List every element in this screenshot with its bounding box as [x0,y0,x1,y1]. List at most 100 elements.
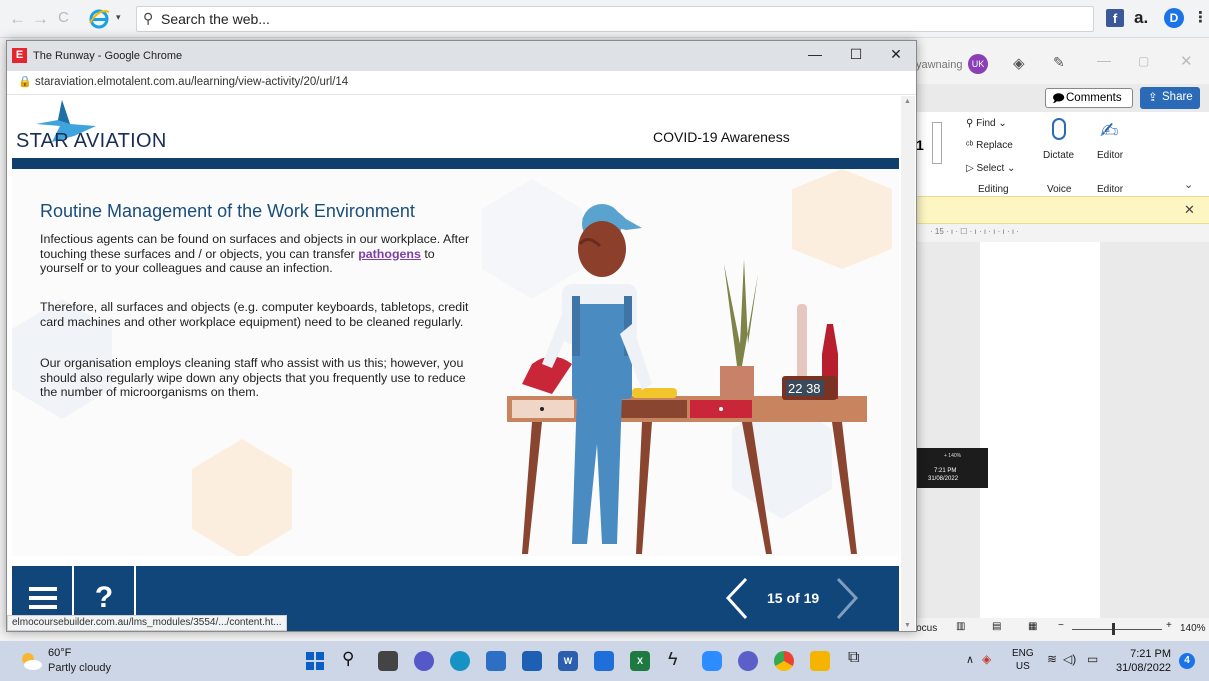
word-document-page[interactable] [980,242,1100,642]
editor-label[interactable]: Editor [1097,150,1123,161]
microphone-icon[interactable] [1052,118,1066,140]
internet-explorer-icon[interactable] [88,8,110,30]
scroll-up-icon[interactable]: ▲ [904,98,911,105]
edge-icon[interactable] [450,651,470,671]
lightning-app-icon[interactable]: ϟ [668,649,678,670]
popup-url: staraviation.elmotalent.com.au/learning/… [35,76,349,88]
task-view-icon[interactable] [378,651,398,671]
popup-scrollbar[interactable]: ▲ ▼ [901,96,915,631]
show-hidden-icons[interactable]: ∧ [966,653,974,666]
pathogens-link[interactable]: pathogens [358,247,421,261]
more-menu-icon[interactable]: ⋮ [1193,8,1208,26]
minimize-icon[interactable]: — [1097,52,1111,68]
editor-group-label: Editor [1097,184,1124,195]
language-indicator[interactable]: ENG US [1012,647,1034,673]
excel-app-icon[interactable]: X [630,651,650,671]
zoom-slider-thumb[interactable] [1112,623,1115,635]
maximize-button[interactable]: ☐ [841,46,871,63]
mail-icon[interactable] [522,651,542,671]
word-app-icon[interactable]: W [558,651,578,671]
facebook-icon[interactable]: f [1106,9,1124,27]
word-ruler: · 15 · ı · ☐ · ı · ı · ı · ı · ı · [900,224,1209,242]
store-icon[interactable] [486,651,506,671]
web-layout-icon[interactable]: ▦ [1028,621,1037,632]
select-button[interactable]: ▷ Select ⌄ [966,163,1015,174]
ie-dropdown-icon[interactable]: ▾ [116,12,121,23]
background-browser-toolbar: ← → C ▾ ⚲ Search the web... f a. D ⋮ [0,0,1209,38]
paragraph-2: Therefore, all surfaces and objects (e.g… [40,300,469,329]
web-search-input[interactable]: ⚲ Search the web... [136,6,1094,32]
comments-button[interactable]: 🗩 Comments [1045,88,1133,108]
replace-button[interactable]: ᶜᵇ Replace [966,140,1013,151]
back-arrow-icon[interactable]: ← [9,9,26,29]
comment-icon: 🗩 [1052,93,1065,105]
weather-description[interactable]: Partly cloudy [48,662,111,674]
find-button[interactable]: ⚲ Find ⌄ [966,118,1007,129]
pen-icon[interactable]: ✎ [1053,54,1065,71]
language-code: ENG [1012,648,1034,659]
chrome-icon[interactable] [774,651,794,671]
lock-icon: 🔒 [18,76,32,88]
slide-counter: 15 of 19 [767,590,820,606]
wifi-icon[interactable]: ≋ [1047,652,1057,666]
file-explorer-icon[interactable] [810,651,830,671]
font-size-fragment[interactable]: 1 [916,137,924,153]
clock[interactable]: 7:21 PM 31/08/2022 [1116,647,1171,675]
dictate-label[interactable]: Dictate [1043,150,1074,161]
print-layout-icon[interactable]: ▤ [992,621,1001,632]
previous-slide-arrow-icon[interactable] [722,576,752,621]
taskbar-search-icon[interactable]: ⚲ [342,649,354,669]
notification-badge[interactable]: 4 [1179,653,1195,669]
course-popup-window: E The Runway - Google Chrome — ☐ ✕ 🔒 sta… [6,40,917,632]
zoom-in-icon[interactable]: + [1166,620,1172,631]
diamond-icon[interactable]: ◈ [1013,54,1025,72]
share-label: Share [1162,91,1193,103]
extension-d-icon[interactable]: D [1164,8,1184,28]
replace-label: Replace [976,140,1013,151]
teams-icon[interactable] [738,651,758,671]
windows-start-icon[interactable] [306,652,324,670]
clock-date: 31/08/2022 [1116,662,1172,674]
clock-display: 22 38 [788,381,821,396]
dropbox-icon[interactable] [594,651,614,671]
cleaning-worker-illustration: 22 38 [507,204,867,554]
user-avatar[interactable]: UK [968,54,988,74]
weather-cloud-icon[interactable] [20,651,42,671]
amazon-icon[interactable]: a. [1134,8,1148,28]
read-mode-icon[interactable]: ▥ [956,621,965,632]
region-code: US [1015,661,1030,672]
chat-icon[interactable] [414,651,434,671]
clock-time: 7:21 PM [1130,648,1172,660]
comments-label: Comments [1066,92,1122,104]
snipping-tool-icon[interactable]: ⧉ [848,649,859,667]
zoom-slider[interactable] [1072,629,1162,630]
zoom-app-icon[interactable] [702,651,722,671]
restore-icon[interactable]: ▢ [1138,54,1149,68]
course-header: STAR AVIATION COVID-19 Awareness [12,96,899,160]
volume-icon[interactable]: ◁) [1063,652,1076,666]
minimize-button[interactable]: — [800,46,830,62]
zoom-level[interactable]: 140% [1180,623,1206,634]
word-nested-screenshot: + 140% 7:21 PM 31/08/2022 [914,448,988,488]
editor-pen-icon[interactable]: ✍ [1100,118,1118,144]
battery-icon[interactable]: ▭ [1087,652,1098,666]
ribbon-collapse-icon[interactable]: ⌄ [1184,178,1193,191]
info-close-icon[interactable]: ✕ [1184,202,1195,218]
forward-arrow-icon[interactable]: → [32,9,49,29]
reload-icon[interactable]: C [58,9,69,26]
network-warning-icon[interactable]: ◈ [982,652,991,666]
scroll-spinner[interactable] [932,122,942,164]
brand-name: STAR AVIATION [16,130,167,152]
scroll-down-icon[interactable]: ▼ [904,622,911,629]
popup-address-bar[interactable]: 🔒 staraviation.elmotalent.com.au/learnin… [7,71,916,95]
word-status-bar: Focus ▥ ▤ ▦ − + 140% [900,618,1209,641]
weather-temperature[interactable]: 60°F [48,647,71,659]
close-icon[interactable]: ✕ [1180,52,1193,70]
slide-content: Routine Management of the Work Environme… [12,169,899,556]
thumb-zoom: + 140% [944,453,962,459]
close-button[interactable]: ✕ [881,46,911,63]
next-slide-arrow-icon[interactable] [832,576,862,621]
zoom-out-icon[interactable]: − [1058,620,1064,631]
hamburger-menu-icon [29,587,57,609]
share-button[interactable]: ⇪ Share [1140,87,1200,109]
